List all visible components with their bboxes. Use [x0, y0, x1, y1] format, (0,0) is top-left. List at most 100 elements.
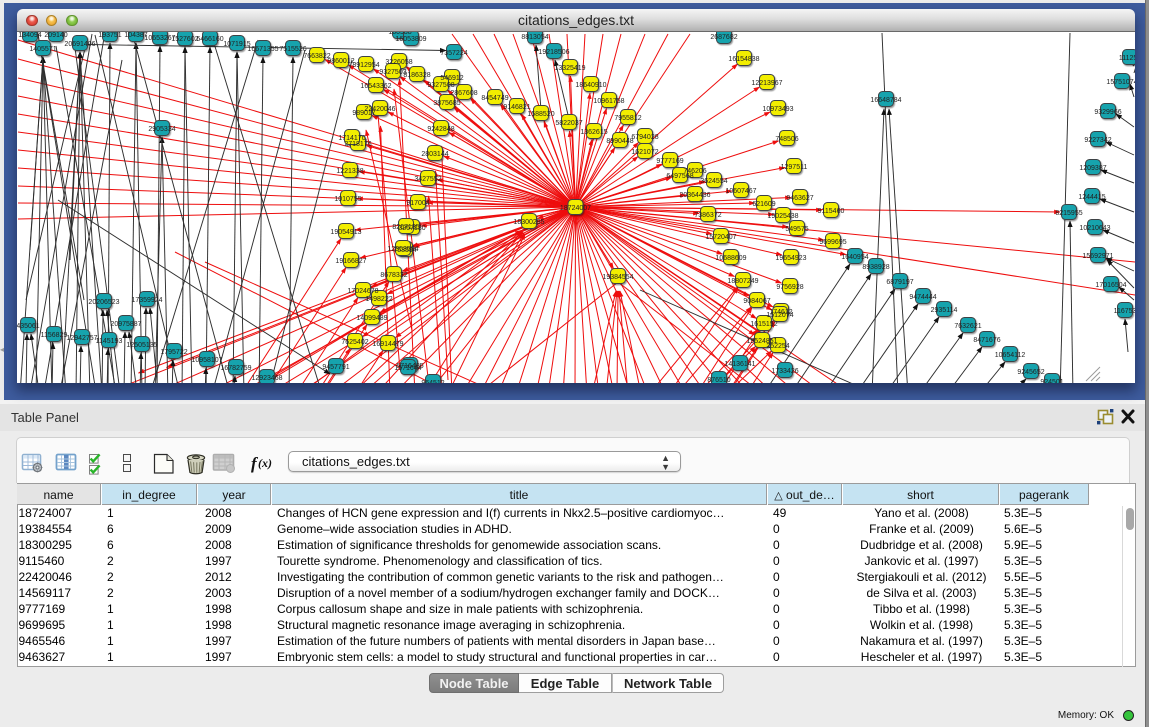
- svg-text:19025438: 19025438: [767, 213, 798, 220]
- svg-text:12213967: 12213967: [751, 80, 782, 87]
- svg-text:12923468: 12923468: [251, 375, 282, 382]
- svg-text:2905334: 2905334: [148, 126, 175, 133]
- svg-text:(x): (x): [258, 456, 272, 470]
- svg-text:1527602: 1527602: [171, 36, 198, 43]
- svg-text:9115460: 9115460: [818, 208, 845, 215]
- svg-text:7632621: 7632621: [954, 323, 981, 330]
- svg-text:6879197: 6879197: [886, 279, 913, 286]
- svg-text:1221338: 1221338: [336, 168, 363, 175]
- svg-text:14099489: 14099489: [356, 315, 387, 322]
- svg-text:8813054: 8813054: [521, 34, 548, 41]
- svg-text:9245652: 9245652: [1017, 369, 1044, 376]
- svg-text:8938928: 8938928: [862, 264, 889, 271]
- svg-text:1297511: 1297511: [781, 164, 808, 171]
- svg-text:2935114: 2935114: [931, 307, 958, 314]
- svg-text:3875685: 3875685: [433, 100, 460, 107]
- svg-text:8912954: 8912954: [352, 62, 379, 69]
- svg-text:20691406: 20691406: [64, 41, 95, 48]
- svg-text:10688609: 10688609: [715, 255, 746, 262]
- svg-text:16154838: 16154838: [728, 56, 759, 63]
- svg-text:20975887: 20975887: [110, 321, 141, 328]
- svg-text:9329966: 9329966: [1094, 109, 1121, 116]
- svg-text:13325419: 13325419: [554, 65, 585, 72]
- svg-text:989017: 989017: [352, 110, 375, 117]
- svg-text:1156829: 1156829: [41, 332, 68, 339]
- svg-text:8454749: 8454749: [481, 95, 508, 102]
- svg-text:12942757: 12942757: [66, 335, 97, 342]
- svg-text:19384554: 19384554: [602, 274, 633, 281]
- svg-text:7515526: 7515526: [279, 46, 306, 53]
- svg-text:116753: 116753: [1114, 308, 1135, 315]
- svg-text:1498222: 1498222: [365, 296, 392, 303]
- svg-text:1714170: 1714170: [338, 135, 365, 142]
- svg-text:18300295: 18300295: [513, 219, 544, 226]
- svg-text:1405571: 1405571: [29, 46, 56, 53]
- svg-text:9756928: 9756928: [776, 284, 803, 291]
- svg-text:15751074: 15751074: [1106, 79, 1135, 86]
- svg-text:964512: 964512: [421, 380, 444, 383]
- svg-text:2867608: 2867608: [450, 90, 477, 97]
- svg-text:16671355: 16671355: [247, 46, 278, 53]
- svg-text:1588520: 1588520: [527, 111, 554, 118]
- svg-text:8186328: 8186328: [403, 72, 430, 79]
- svg-text:18640910: 18640910: [575, 82, 606, 89]
- svg-text:8267135: 8267135: [392, 224, 419, 231]
- svg-text:209140: 209140: [44, 32, 67, 39]
- svg-text:18807249: 18807249: [727, 278, 758, 285]
- svg-text:19166827: 19166827: [335, 258, 366, 265]
- svg-text:193751: 193751: [98, 32, 121, 39]
- svg-text:20206523: 20206523: [88, 299, 119, 306]
- svg-text:15692971: 15692971: [1082, 253, 1113, 260]
- svg-text:435061: 435061: [17, 323, 40, 330]
- svg-text:621609: 621609: [752, 201, 775, 208]
- svg-text:8990448: 8990448: [606, 138, 633, 145]
- svg-text:2687682: 2687682: [710, 34, 737, 41]
- svg-text:1795722: 1795722: [160, 349, 187, 356]
- svg-text:16782759: 16782759: [220, 365, 251, 372]
- svg-text:6466160: 6466160: [196, 36, 223, 43]
- svg-text:7625402: 7625402: [341, 339, 368, 346]
- svg-text:3427552: 3427552: [414, 176, 441, 183]
- svg-text:20364436: 20364436: [679, 192, 710, 199]
- svg-text:17024678: 17024678: [347, 288, 378, 295]
- svg-text:12505135: 12505135: [126, 342, 157, 349]
- svg-text:9327508: 9327508: [427, 82, 454, 89]
- svg-text:19218506: 19218506: [538, 49, 569, 56]
- svg-text:9227342: 9227342: [1084, 137, 1111, 144]
- svg-text:8471676: 8471676: [973, 337, 1000, 344]
- svg-text:917004: 917004: [406, 200, 429, 207]
- svg-text:9457791: 9457791: [322, 364, 349, 371]
- svg-text:16543362: 16543362: [360, 83, 391, 90]
- svg-text:1621072: 1621072: [631, 149, 658, 156]
- svg-text:9463627: 9463627: [786, 195, 813, 202]
- svg-text:1209387: 1209387: [1079, 165, 1106, 172]
- svg-text:1362615: 1362615: [580, 129, 607, 136]
- svg-text:9242848: 9242848: [427, 126, 454, 133]
- svg-text:10654112: 10654112: [995, 352, 1026, 359]
- svg-text:17359924: 17359924: [131, 297, 162, 304]
- svg-text:9146821: 9146821: [503, 104, 530, 111]
- svg-text:9474444: 9474444: [909, 294, 936, 301]
- svg-text:19054913: 19054913: [330, 229, 361, 236]
- svg-text:746206: 746206: [683, 168, 706, 175]
- svg-text:12353594: 12353594: [387, 246, 418, 253]
- svg-text:16053809: 16053809: [395, 36, 426, 43]
- svg-text:19654923: 19654923: [775, 255, 806, 262]
- svg-text:10973493: 10973493: [762, 106, 793, 113]
- svg-text:7955812: 7955812: [614, 115, 641, 122]
- svg-text:876510: 876510: [707, 377, 730, 383]
- svg-text:252254: 252254: [766, 343, 789, 350]
- svg-text:8215955: 8215955: [1055, 210, 1082, 217]
- svg-text:3226058: 3226058: [385, 59, 412, 66]
- svg-text:549575: 549575: [785, 226, 808, 233]
- svg-text:3624554: 3624554: [700, 178, 727, 185]
- svg-text:2718176: 2718176: [344, 141, 371, 148]
- svg-text:10210643: 10210643: [1079, 225, 1110, 232]
- svg-text:1612074: 1612074: [766, 312, 793, 319]
- svg-text:924501: 924501: [1040, 379, 1063, 383]
- svg-text:1010755: 1010755: [334, 196, 361, 203]
- svg-text:1571644: 1571644: [394, 365, 421, 372]
- svg-text:5822037: 5822037: [555, 120, 582, 127]
- svg-text:10958107: 10958107: [191, 357, 222, 364]
- svg-text:9860012: 9860012: [327, 58, 354, 65]
